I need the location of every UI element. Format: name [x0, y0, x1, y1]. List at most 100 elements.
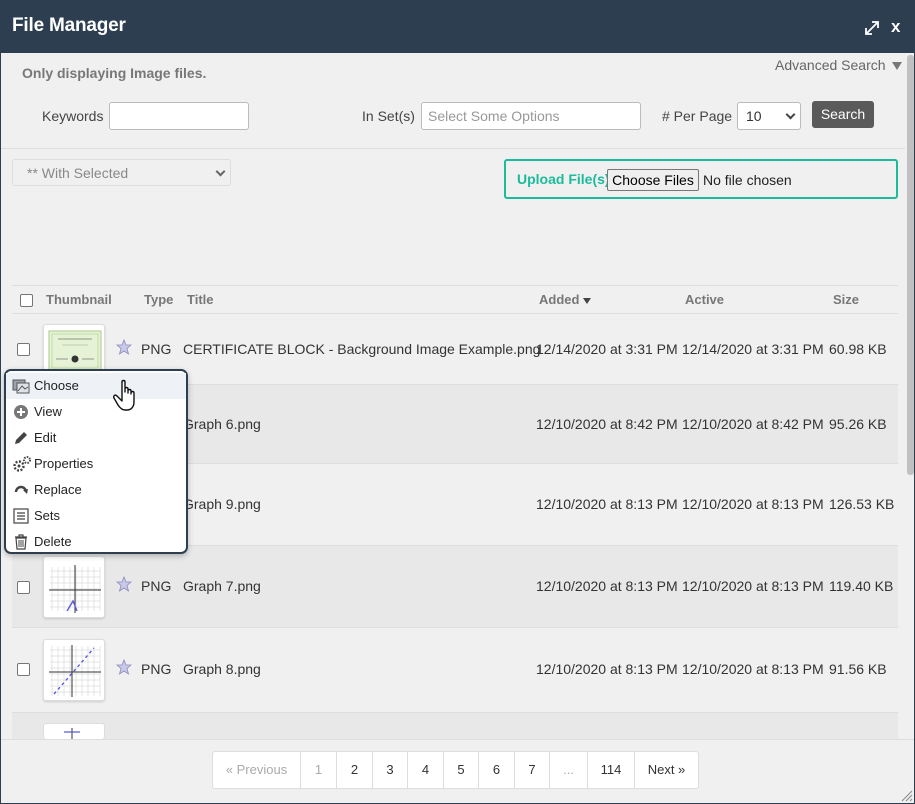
favorite-star-icon[interactable] — [116, 576, 132, 592]
close-button[interactable]: x — [891, 17, 900, 37]
menu-item-label: Choose — [34, 378, 79, 393]
resize-handle-icon[interactable] — [899, 788, 913, 802]
title-bar: File Manager x — [1, 1, 914, 53]
context-menu: Choose View Edit Properties Replace Sets… — [4, 369, 188, 554]
upload-box: Upload File(s) Choose Files No file chos… — [504, 159, 898, 199]
divider — [1, 148, 914, 149]
file-added: 12/10/2020 at 8:42 PM — [536, 416, 678, 432]
pagination-page[interactable]: 1 — [300, 752, 336, 788]
file-thumbnail[interactable] — [43, 723, 105, 739]
expand-icon[interactable] — [863, 19, 881, 37]
trash-icon — [15, 534, 27, 550]
table-header: Thumbnail Type Title Added Active Size — [12, 285, 898, 314]
menu-item-label: Delete — [34, 534, 72, 549]
file-title[interactable]: Graph 6.png — [183, 416, 261, 432]
choose-icon — [12, 379, 30, 394]
caret-down-icon — [891, 62, 902, 71]
gears-icon — [13, 456, 31, 472]
view-icon — [14, 405, 28, 419]
header-size[interactable]: Size — [833, 292, 859, 307]
filter-note: Only displaying Image files. — [22, 65, 207, 81]
header-title[interactable]: Title — [187, 292, 214, 307]
file-added: 12/14/2020 at 3:31 PM — [536, 341, 678, 357]
window-title: File Manager — [12, 15, 126, 36]
file-added: 12/10/2020 at 8:13 PM — [536, 661, 678, 677]
per-page-select[interactable]: 10 — [737, 102, 801, 130]
file-size: 119.40 KB — [829, 578, 894, 594]
row-checkbox[interactable] — [17, 581, 30, 594]
file-title[interactable]: Graph 7.png — [183, 578, 261, 594]
keywords-label: Keywords — [42, 108, 104, 124]
pagination: « Previous 1 2 3 4 5 6 7 ... 114 Next » — [212, 751, 699, 789]
hand-cursor-icon — [113, 379, 135, 411]
file-size: 60.98 KB — [829, 341, 887, 357]
menu-item-delete[interactable]: Delete — [6, 529, 186, 555]
file-thumbnail[interactable] — [43, 556, 105, 618]
pencil-icon — [15, 432, 27, 444]
header-added[interactable]: Added — [539, 292, 592, 307]
file-title[interactable]: Graph 9.png — [183, 496, 261, 512]
file-added: 12/10/2020 at 8:13 PM — [536, 578, 678, 594]
menu-item-view[interactable]: View — [6, 399, 186, 425]
pagination-page[interactable]: 114 — [587, 752, 634, 788]
scrollbar-thumb[interactable] — [907, 55, 914, 475]
file-thumbnail[interactable] — [43, 639, 105, 701]
graph-thumbnail-image — [49, 565, 101, 613]
graph-thumbnail-image — [49, 645, 101, 697]
search-button[interactable]: Search — [812, 101, 874, 128]
menu-item-properties[interactable]: Properties — [6, 451, 186, 477]
sort-desc-icon — [583, 297, 592, 304]
table-row[interactable]: PNG Graph 7.png 12/10/2020 at 8:13 PM 12… — [12, 546, 898, 628]
table-row[interactable] — [12, 713, 898, 739]
file-type: PNG — [141, 578, 172, 594]
file-size: 126.53 KB — [829, 496, 895, 512]
advanced-search-toggle[interactable]: Advanced Search — [775, 57, 902, 73]
replace-icon — [14, 485, 28, 494]
file-title[interactable]: Graph 8.png — [183, 661, 261, 677]
pagination-ellipsis: ... — [549, 752, 587, 788]
favorite-star-icon[interactable] — [116, 659, 132, 675]
pagination-page[interactable]: 5 — [443, 752, 478, 788]
pagination-page[interactable]: 6 — [478, 752, 514, 788]
row-checkbox[interactable] — [17, 343, 30, 356]
chevron-down-icon — [785, 109, 796, 120]
file-title[interactable]: CERTIFICATE BLOCK - Background Image Exa… — [183, 341, 540, 357]
file-type: PNG — [141, 341, 172, 357]
keywords-input[interactable] — [109, 102, 249, 130]
per-page-label: # Per Page — [662, 108, 733, 124]
pagination-page[interactable]: 2 — [336, 752, 372, 788]
pagination-page[interactable]: 3 — [372, 752, 407, 788]
in-sets-label: In Set(s) — [362, 108, 415, 124]
select-all-checkbox[interactable] — [20, 294, 33, 307]
header-type[interactable]: Type — [144, 292, 173, 307]
menu-item-sets[interactable]: Sets — [6, 503, 186, 529]
pagination-page[interactable]: 7 — [514, 752, 549, 788]
favorite-star-icon[interactable] — [116, 339, 132, 355]
per-page-value: 10 — [746, 108, 762, 124]
graph-thumbnail-image — [64, 728, 80, 739]
header-thumbnail: Thumbnail — [46, 292, 112, 307]
file-active: 12/14/2020 at 3:31 PM — [682, 341, 824, 357]
file-active: 12/10/2020 at 8:13 PM — [682, 661, 824, 677]
menu-item-edit[interactable]: Edit — [6, 425, 186, 451]
pagination-previous[interactable]: « Previous — [213, 752, 300, 788]
with-selected-select[interactable]: ** With Selected — [12, 159, 231, 186]
table-row[interactable]: PNG Graph 8.png 12/10/2020 at 8:13 PM 12… — [12, 628, 898, 713]
advanced-search-label: Advanced Search — [775, 57, 886, 73]
pagination-next[interactable]: Next » — [634, 752, 698, 788]
in-sets-select[interactable]: Select Some Options — [421, 102, 641, 130]
menu-item-choose[interactable]: Choose — [6, 373, 186, 399]
list-icon — [13, 508, 29, 524]
pagination-page[interactable]: 4 — [407, 752, 443, 788]
menu-item-replace[interactable]: Replace — [6, 477, 186, 503]
choose-files-button[interactable]: Choose Files — [607, 169, 699, 191]
row-checkbox[interactable] — [17, 663, 30, 676]
chevron-down-icon — [215, 166, 226, 177]
header-added-label: Added — [539, 292, 580, 307]
file-size: 91.56 KB — [829, 661, 887, 677]
menu-item-label: Sets — [34, 508, 61, 523]
header-active[interactable]: Active — [685, 292, 724, 307]
menu-item-label: View — [34, 404, 62, 419]
file-manager-window: File Manager x Only displaying Image fil… — [0, 0, 915, 804]
file-active: 12/10/2020 at 8:13 PM — [682, 578, 824, 594]
